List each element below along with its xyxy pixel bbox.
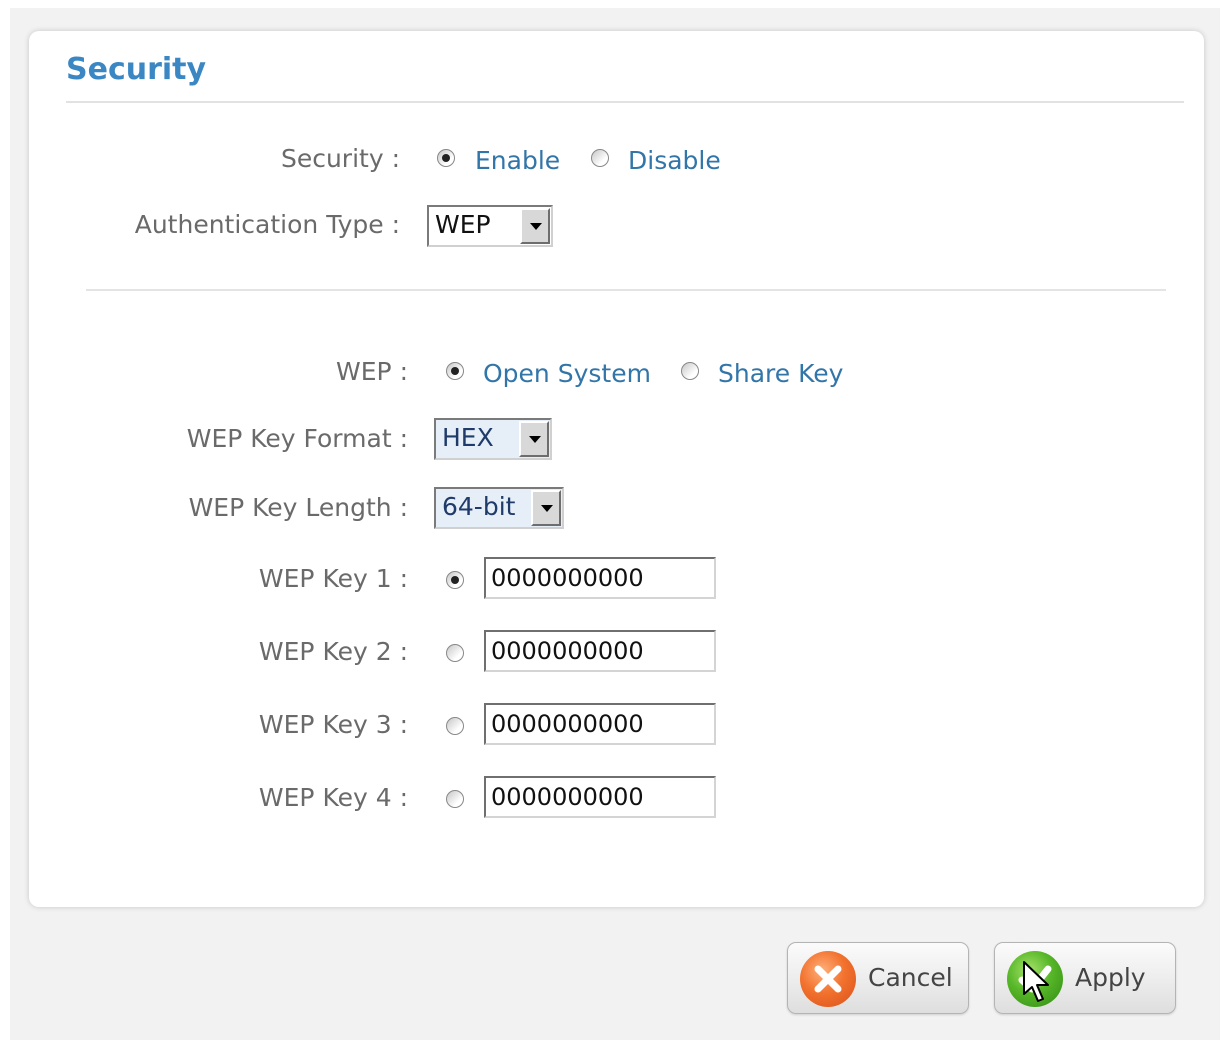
wep-key-4-radio[interactable]: [446, 790, 464, 808]
wep-key-2-input[interactable]: [484, 630, 716, 672]
wep-share-key-radio[interactable]: [681, 362, 699, 380]
mouse-pointer-icon: [1023, 961, 1049, 1002]
chevron-down-icon[interactable]: [519, 421, 549, 457]
auth-type-value: WEP: [435, 210, 491, 239]
chevron-down-icon[interactable]: [520, 208, 550, 244]
security-enable-radio[interactable]: [437, 149, 455, 167]
key-length-select[interactable]: 64-bit: [434, 487, 564, 529]
key-format-value: HEX: [442, 423, 494, 452]
key-format-label: WEP Key Format :: [186, 424, 408, 453]
cancel-button-label: Cancel: [868, 963, 953, 992]
x-circle-icon: [800, 951, 856, 1007]
key-length-value: 64-bit: [442, 492, 516, 521]
wep-key-1-input[interactable]: [484, 557, 716, 599]
wep-open-system-label[interactable]: Open System: [483, 359, 651, 388]
key-format-select[interactable]: HEX: [434, 418, 552, 460]
wep-key-4-label: WEP Key 4 :: [258, 783, 408, 812]
wep-label: WEP :: [336, 357, 408, 386]
auth-type-select[interactable]: WEP: [427, 205, 553, 247]
wep-key-1-radio[interactable]: [446, 571, 464, 589]
auth-type-label: Authentication Type :: [134, 210, 400, 239]
panel-title: Security: [66, 52, 207, 87]
security-label: Security :: [280, 144, 400, 173]
key-length-label: WEP Key Length :: [188, 493, 408, 522]
wep-key-3-radio[interactable]: [446, 717, 464, 735]
wep-share-key-label[interactable]: Share Key: [718, 359, 843, 388]
security-disable-radio[interactable]: [591, 149, 609, 167]
cancel-button[interactable]: Cancel: [787, 942, 969, 1014]
title-divider: [66, 101, 1184, 103]
wep-key-4-input[interactable]: [484, 776, 716, 818]
wep-key-1-label: WEP Key 1 :: [258, 564, 408, 593]
wep-key-3-label: WEP Key 3 :: [258, 710, 408, 739]
security-disable-label[interactable]: Disable: [628, 146, 721, 175]
wep-key-3-input[interactable]: [484, 703, 716, 745]
wep-key-2-radio[interactable]: [446, 644, 464, 662]
wep-key-2-label: WEP Key 2 :: [258, 637, 408, 666]
apply-button-label: Apply: [1075, 963, 1146, 992]
chevron-down-icon[interactable]: [531, 490, 561, 526]
wep-open-system-radio[interactable]: [446, 362, 464, 380]
section-divider: [86, 289, 1166, 291]
security-enable-label[interactable]: Enable: [475, 146, 560, 175]
